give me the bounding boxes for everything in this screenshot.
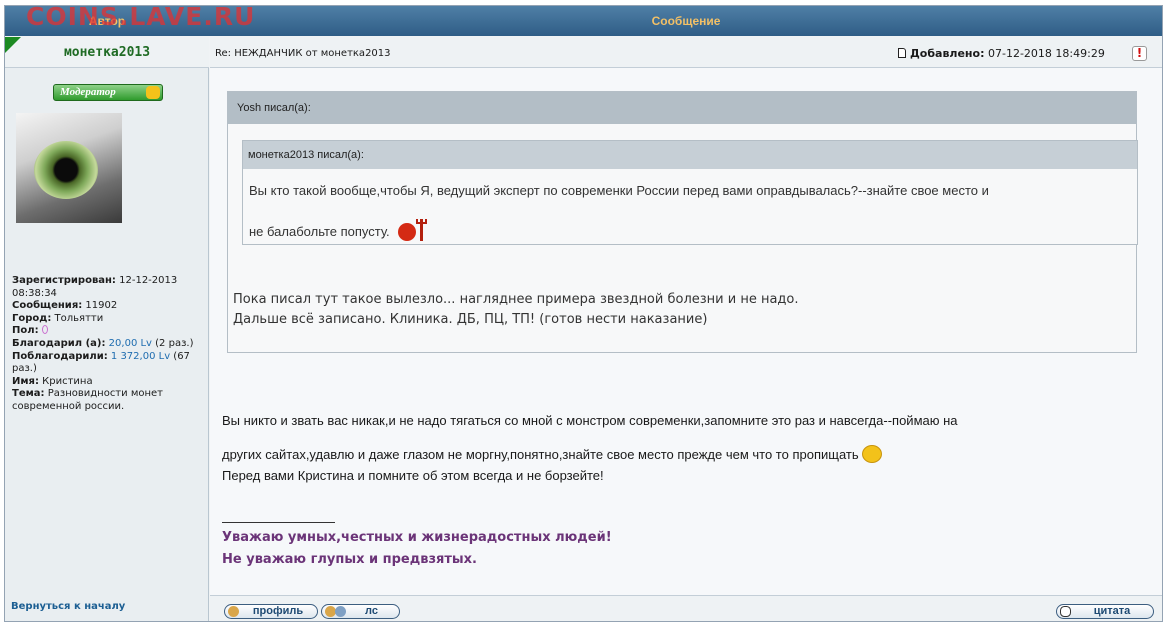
message-actions: профиль лс цитата xyxy=(210,595,1162,621)
pm-button[interactable]: лс xyxy=(321,604,400,619)
message-topbar: Re: НЕЖДАНЧИК от монетка2013 Добавлено: … xyxy=(210,37,1162,68)
messages-label: Сообщения: xyxy=(12,300,83,312)
thanked-label: Благодарил (а): xyxy=(12,337,106,349)
topic-label: Тема: xyxy=(12,388,45,400)
quote-inner-text-2-label: не балабольте попусту. xyxy=(249,224,390,239)
message-subject: Re: НЕЖДАНЧИК от монетка2013 xyxy=(215,48,391,59)
pm-button-label: лс xyxy=(365,605,378,617)
report-icon[interactable]: ! xyxy=(1132,46,1147,61)
signature-line-2: Не уважаю глупых и предвзятых. xyxy=(222,552,477,567)
city-label: Город: xyxy=(12,312,52,324)
author-name-bar: монетка2013 xyxy=(5,37,209,68)
signature-line-1: Уважаю умных,честных и жизнерадостных лю… xyxy=(222,530,612,545)
quote-outer-line-2: Дальше всё записано. Клиника. ДБ, ПЦ, ТП… xyxy=(233,312,708,327)
quote-header-outer: Yosh писал(а): xyxy=(228,92,1136,124)
author-info: Зарегистрирован: 12-12-2013 08:38:34 Соо… xyxy=(12,275,207,414)
quote-inner-text-2: не балабольте попусту. xyxy=(249,219,432,241)
thanked-value[interactable]: 20,00 Lv xyxy=(109,338,152,349)
cat-eye-image xyxy=(34,141,98,199)
profile-button[interactable]: профиль xyxy=(224,604,318,619)
got-thanks-value[interactable]: 1 372,00 Lv xyxy=(111,351,170,362)
posted-date: Добавлено: 07-12-2018 18:49:29 xyxy=(898,47,1105,60)
female-icon xyxy=(41,325,48,335)
messages-value: 11902 xyxy=(85,300,118,312)
message-column-header: Сообщение xyxy=(651,14,721,28)
site-watermark: COINS.LAVE.RU xyxy=(26,2,256,31)
message-panel: Re: НЕЖДАНЧИК от монетка2013 Добавлено: … xyxy=(210,37,1162,621)
posted-label: Добавлено: xyxy=(910,47,985,60)
author-name[interactable]: монетка2013 xyxy=(5,45,209,60)
document-icon[interactable] xyxy=(898,48,906,58)
quote-button[interactable]: цитата xyxy=(1056,604,1154,619)
quote-button-label: цитата xyxy=(1093,605,1131,617)
posted-value: 07-12-2018 18:49:29 xyxy=(988,47,1105,60)
gender-label: Пол: xyxy=(12,325,39,337)
city-value: Тольятти xyxy=(54,312,104,324)
signature-divider xyxy=(222,522,335,523)
devil-smiley-icon xyxy=(394,219,432,241)
quote-outer-author: Yosh писал(а): xyxy=(237,102,311,114)
smiley-icon xyxy=(861,445,882,463)
quote-inner-text-1: Вы кто такой вообще,чтобы Я, ведущий экс… xyxy=(249,183,989,198)
quote-outer-text: Пока писал тут такое вылезло... наглядне… xyxy=(233,290,799,330)
moderator-badge: Модератор xyxy=(53,84,163,101)
speech-bubble-icon xyxy=(1060,606,1071,617)
hand-icon xyxy=(146,86,160,99)
body-line-3: Перед вами Кристина и помните об этом вс… xyxy=(222,468,604,483)
back-to-top-link[interactable]: Вернуться к началу xyxy=(11,601,125,612)
quote-header-inner: монетка2013 писал(а): xyxy=(243,141,1137,169)
body-line-1: Вы никто и звать вас никак,и не надо тяг… xyxy=(222,413,958,428)
avatar xyxy=(16,113,122,223)
author-panel: монетка2013 Модератор Зарегистрирован: 1… xyxy=(5,37,209,621)
name-label: Имя: xyxy=(12,375,39,387)
name-value: Кристина xyxy=(42,375,93,387)
profile-button-label: профиль xyxy=(252,605,304,617)
body-line-2-text: других сайтах,удавлю и даже глазом не мо… xyxy=(222,447,859,462)
registered-label: Зарегистрирован: xyxy=(12,275,116,286)
body-line-2: других сайтах,удавлю и даже глазом не мо… xyxy=(222,445,882,463)
thanked-count: (2 раз.) xyxy=(155,337,194,349)
got-thanks-label: Поблагодарили: xyxy=(12,350,108,362)
quote-block-outer: Yosh писал(а): монетка2013 писал(а): Вы … xyxy=(227,91,1138,353)
quote-outer-line-1: Пока писал тут такое вылезло... наглядне… xyxy=(233,292,799,307)
quote-inner-author: монетка2013 писал(а): xyxy=(248,149,364,161)
forum-post: Автор Сообщение монетка2013 Модератор За… xyxy=(4,5,1163,622)
moderator-badge-label: Модератор xyxy=(60,86,116,98)
user-icon xyxy=(228,606,239,617)
quote-block-inner: монетка2013 писал(а): Вы кто такой вообщ… xyxy=(242,140,1138,245)
